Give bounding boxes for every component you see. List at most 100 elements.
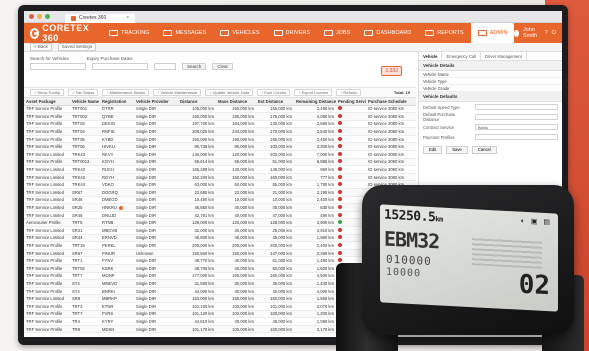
table-cell: Single DIR [134,272,178,281]
column-header[interactable]: Vehicle Provider [134,98,178,106]
table-row[interactable]: TRF Service Limited TRK43 RGYH Single DIR 15… [24,173,416,182]
table-row[interactable]: TRF Service Profile TRT06 HIVKU Single DIR 9… [24,142,416,152]
table-row[interactable]: TRF Service Profile TRT001 DTRR Single DIR 1… [24,105,416,114]
table-cell: MBRKP [100,294,134,303]
field-input[interactable] [475,134,558,140]
nav-item-jobs[interactable]: JOBS [317,23,357,43]
table-row[interactable]: TRF Service Limited TRK43 RUCH Single DIR 16… [24,165,416,174]
table-cell: 46,850 km [178,203,216,212]
detail-tab[interactable]: Vehicle [419,52,443,60]
table-row[interactable]: TRF Service Profile TRT002 QYBE Single DIR 1… [24,112,416,121]
purchase-date-input[interactable] [92,63,148,70]
table-cell: 160,000 km [216,272,256,281]
column-header[interactable]: Distance [178,98,216,106]
detail-save-button[interactable]: Save [446,146,468,154]
column-chip[interactable]: Vehicle Maintenance [152,89,202,96]
cell-text: IO service 3080 km [368,159,405,165]
detail-cancel-button[interactable]: Cancel [471,146,497,154]
help-icon[interactable]: ? [545,30,548,36]
column-header[interactable]: Pending Service [336,98,366,106]
field-input[interactable] [475,114,558,120]
column-chip[interactable]: Maintenance Status [102,89,149,96]
detail-field: Payment Profiles [419,132,562,142]
table-row[interactable]: TRF Service Profile TRT05 KYBD Single DIR 15… [24,135,416,144]
logout-icon[interactable]: ⏻ [552,30,556,37]
field-input[interactable]: Blank [475,124,558,130]
sub-toolbar: < Back Saved Settings [24,43,562,52]
cell-text: 160,000 km [232,273,254,279]
table-cell: 32,000 km [178,226,216,235]
cell-text: 140,000 km [232,167,254,173]
clear-button[interactable]: Clear [212,63,234,70]
browser-tab[interactable]: Coretex 360 × [65,13,135,23]
column-chip[interactable]: Show Tooltip [30,89,64,96]
saved-settings-button[interactable]: Saved Settings [57,43,97,51]
table-row[interactable]: TRF Service Profile TRT04 RNFIS Single DIR 2… [24,127,416,136]
window-maximize-dot[interactable] [45,14,50,19]
nav-item-dashboard[interactable]: DASHBOARD [357,23,418,43]
user-menu[interactable]: John Smith ? ⏻ [514,27,556,39]
column-header[interactable]: Mass Distance [216,98,256,106]
table-cell: 3,498 km [294,105,336,114]
nav-item-tracking[interactable]: TRACKING [102,23,156,43]
cell-text: 130,000 km [270,121,292,127]
column-chip[interactable]: Export Licence [294,89,333,96]
nav-item-messages[interactable]: MESSAGES [156,23,213,43]
cell-text: TR8 [72,326,80,332]
table-row[interactable]: TRF Service Profile TRT03 DEKIO Single DIR 1… [24,120,416,129]
detail-tab[interactable]: Driver Management [481,52,527,60]
column-header[interactable]: Ext Distance [256,98,294,106]
window-close-dot[interactable] [29,14,34,19]
nav-item-reports[interactable]: REPORTS [418,23,471,43]
search-button[interactable]: Search [182,63,207,70]
window-minimize-dot[interactable] [37,14,42,19]
field-input[interactable] [475,104,558,110]
cell-text: RNFIS [102,129,115,135]
close-tab-icon[interactable]: × [126,14,129,23]
cell-text: 177,000 km [192,273,214,279]
table-cell: FYNV [100,256,134,265]
cell-text: TRT0013 [72,159,90,165]
table-row[interactable]: TRF Service Limited TRK43 RKVY Single DIR 14… [24,150,416,159]
column-header[interactable]: Registration [100,98,134,106]
brand-logo[interactable]: CORETEX 360 [30,23,92,43]
nav-item-admin[interactable]: ADMIN [470,23,515,43]
table-cell: RNFIS [100,127,134,136]
table-cell: RGYH [100,173,134,182]
column-header[interactable]: Remaining Distance [294,98,336,106]
column-chip[interactable]: Tab Status [67,89,99,96]
table-cell: TRT001 [70,105,100,114]
column-chip[interactable]: Update Vehicle Data [205,89,254,96]
detail-item[interactable]: Vehicle Grade [419,85,562,92]
column-chip[interactable]: Refresh [336,89,362,96]
table-row[interactable]: TRF Service Profile TRT0013 KOYH Single DIR… [24,158,416,167]
cell-text: 63,000 km [194,182,214,188]
date-to-input[interactable] [154,63,176,70]
detail-item[interactable]: Vehicle Type [419,78,562,85]
back-button[interactable]: < Back [30,43,52,51]
table-cell: TRF Service Profile [24,105,70,114]
column-header[interactable]: Asset Package [24,98,70,106]
cell-text: 3,540 km [316,129,334,135]
table-cell: 3,900 km [294,218,336,227]
table-cell: 7,000 km [294,150,336,159]
column-header[interactable]: Purchase Schedule [366,98,416,106]
nav-item-vehicles[interactable]: VEHICLES [213,23,266,43]
column-chip[interactable]: Fuel Control [257,89,291,96]
detail-tab[interactable]: Emergency Call [442,52,481,60]
cell-text: 149,000 km [270,167,292,173]
detail-item[interactable]: Vehicle Name [419,71,562,78]
table-cell: 195,000 km [256,135,294,144]
detail-edit-button[interactable]: Edit [423,146,443,154]
cell-text: Single DIR [136,189,157,195]
column-header[interactable]: Vehicle Name [70,98,100,106]
vehicle-search-input[interactable] [30,63,86,70]
table-cell: TRK44 [70,180,100,190]
cell-text: HNKRU [102,205,117,211]
cell-text: 175,000 km [270,113,292,119]
cell-text: SR21 [72,227,83,233]
table-cell: RTNB [100,218,134,227]
nav-item-drivers[interactable]: DRIVERS [267,23,317,43]
cell-text: 190,000 km [232,136,254,142]
cell-text: PERKL [102,242,116,248]
